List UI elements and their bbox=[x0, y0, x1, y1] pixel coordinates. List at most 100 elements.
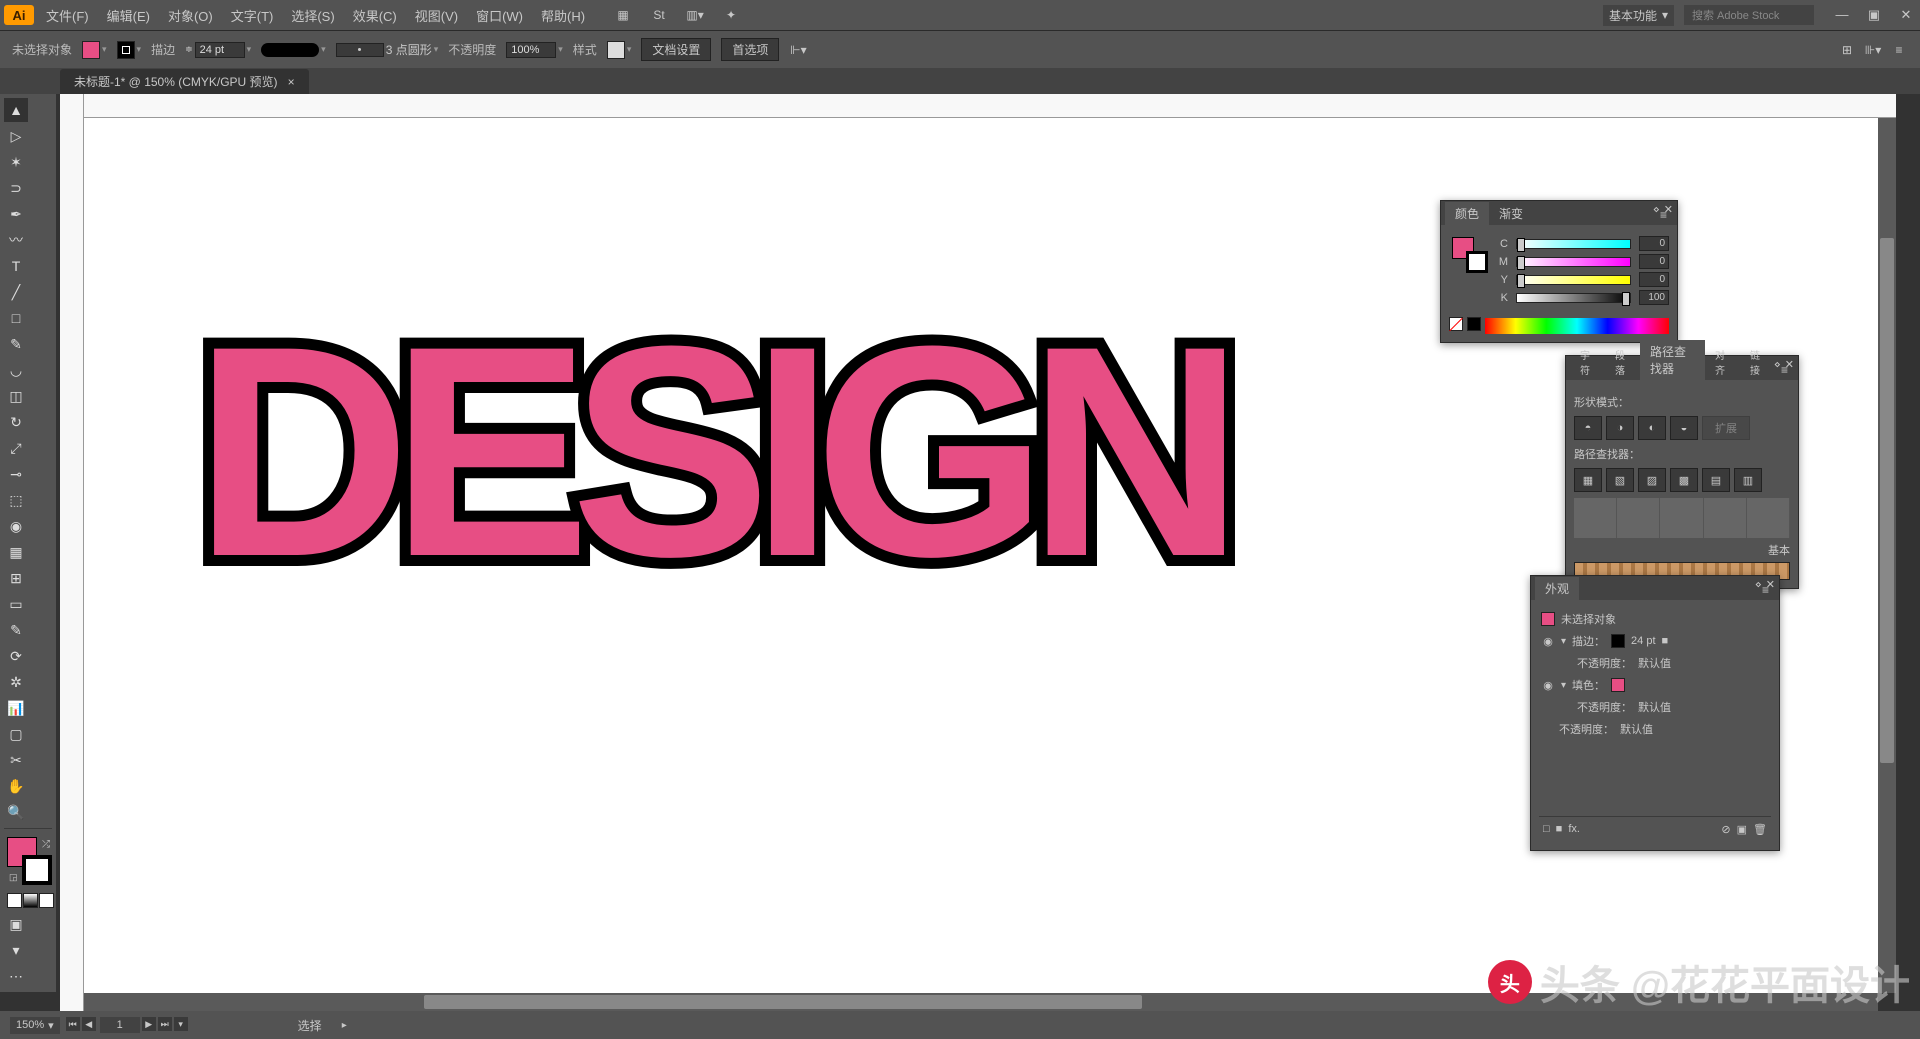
appearance-stroke-row[interactable]: ◉ ▾ 描边： 24 pt ■ bbox=[1539, 630, 1771, 652]
minus-front-button[interactable]: ◑ bbox=[1606, 416, 1634, 440]
menu-file[interactable]: 文件(F) bbox=[42, 4, 93, 27]
align-icon[interactable]: ⊩▾ bbox=[789, 41, 807, 59]
preferences-button[interactable]: 首选项 bbox=[721, 38, 779, 61]
outline-button[interactable]: ▤ bbox=[1702, 468, 1730, 492]
brush-preview-strip[interactable] bbox=[1574, 498, 1790, 538]
artboard-tool[interactable]: ▢ bbox=[4, 722, 28, 746]
vertical-scrollbar[interactable] bbox=[1878, 118, 1896, 993]
intersect-button[interactable]: ◐ bbox=[1638, 416, 1666, 440]
none-swatch-icon[interactable] bbox=[1449, 317, 1463, 331]
search-input[interactable]: 搜索 Adobe Stock bbox=[1684, 5, 1814, 25]
add-effect-icon[interactable]: fx. bbox=[1568, 823, 1580, 836]
panel-collapse-icon[interactable]: ⋄ bbox=[1774, 358, 1781, 371]
gradient-tool[interactable]: ▭ bbox=[4, 592, 28, 616]
zoom-level[interactable]: 150% ▾ bbox=[10, 1017, 60, 1034]
stroke-swatch-icon[interactable] bbox=[1611, 634, 1625, 648]
first-artboard-button[interactable]: ⏮ bbox=[66, 1017, 80, 1031]
mesh-tool[interactable]: ⊞ bbox=[4, 566, 28, 590]
shape-builder-tool[interactable]: ◉ bbox=[4, 514, 28, 538]
selection-tool[interactable]: ▲ bbox=[4, 98, 28, 122]
add-fill-icon[interactable]: ■ bbox=[1556, 823, 1563, 836]
menu-edit[interactable]: 编辑(E) bbox=[103, 4, 154, 27]
direct-selection-tool[interactable]: ▷ bbox=[4, 124, 28, 148]
blend-tool[interactable]: ⟳ bbox=[4, 644, 28, 668]
transform-icon[interactable]: ⊞ bbox=[1838, 41, 1856, 59]
last-artboard-button[interactable]: ⏭ bbox=[158, 1017, 172, 1031]
maximize-button[interactable]: ▣ bbox=[1864, 7, 1884, 23]
stroke-box[interactable] bbox=[22, 855, 52, 885]
stroke-weight-stepper[interactable]: ≑ 24 pt ▾ bbox=[185, 42, 251, 58]
stroke-style-dropdown[interactable]: ▾ bbox=[261, 43, 326, 57]
magenta-slider[interactable] bbox=[1516, 257, 1631, 267]
panel-collapse-icon[interactable]: ⋄ bbox=[1755, 578, 1762, 591]
chevron-down-icon[interactable]: ▾ bbox=[1561, 636, 1566, 647]
rectangle-tool[interactable]: □ bbox=[4, 306, 28, 330]
screen-mode-normal[interactable]: ▣ bbox=[4, 912, 28, 936]
unite-button[interactable]: ◓ bbox=[1574, 416, 1602, 440]
yellow-value[interactable]: 0 bbox=[1639, 272, 1669, 287]
panel-fill-stroke[interactable] bbox=[1452, 237, 1488, 273]
crop-button[interactable]: ▩ bbox=[1670, 468, 1698, 492]
tab-appearance[interactable]: 外观 bbox=[1535, 577, 1579, 600]
perspective-tool[interactable]: ▦ bbox=[4, 540, 28, 564]
tab-links[interactable]: 链接 bbox=[1740, 344, 1775, 380]
bw-swatch-icon[interactable] bbox=[1467, 317, 1481, 331]
column-graph-tool[interactable]: 📊 bbox=[4, 696, 28, 720]
document-tab[interactable]: 未标题-1* @ 150% (CMYK/GPU 预览) × bbox=[60, 69, 309, 94]
visibility-icon[interactable]: ◉ bbox=[1541, 678, 1555, 692]
style-dropdown[interactable]: ▾ bbox=[607, 41, 632, 59]
close-button[interactable]: ✕ bbox=[1896, 7, 1916, 23]
menu-type[interactable]: 文字(T) bbox=[227, 4, 278, 27]
tab-gradient[interactable]: 渐变 bbox=[1489, 202, 1533, 225]
panel-menu-icon[interactable]: ≡ bbox=[1890, 41, 1908, 59]
width-tool[interactable]: ⊸ bbox=[4, 462, 28, 486]
stroke-label[interactable]: 描边 bbox=[151, 41, 175, 58]
eraser-tool[interactable]: ◫ bbox=[4, 384, 28, 408]
color-mode-solid[interactable] bbox=[7, 893, 22, 908]
tab-paragraph[interactable]: 段落 bbox=[1605, 344, 1640, 380]
workspace-selector[interactable]: 基本功能 ▾ bbox=[1603, 5, 1674, 26]
duplicate-icon[interactable]: ▣ bbox=[1737, 823, 1747, 836]
chevron-down-icon[interactable]: ▾ bbox=[1561, 680, 1566, 691]
paintbrush-tool[interactable]: ✎ bbox=[4, 332, 28, 356]
fill-stroke-control[interactable]: ⤮ ◲ bbox=[7, 837, 52, 885]
appearance-fill-opacity-row[interactable]: 不透明度： 默认值 bbox=[1539, 696, 1771, 718]
symbol-sprayer-tool[interactable]: ✲ bbox=[4, 670, 28, 694]
panel-close-icon[interactable]: ✕ bbox=[1785, 358, 1794, 371]
clear-icon[interactable]: ⊘ bbox=[1721, 823, 1730, 836]
menu-effect[interactable]: 效果(C) bbox=[349, 4, 401, 27]
lasso-tool[interactable]: ⊃ bbox=[4, 176, 28, 200]
swap-fill-stroke-icon[interactable]: ⤮ bbox=[42, 839, 50, 850]
document-setup-button[interactable]: 文档设置 bbox=[641, 38, 711, 61]
hand-tool[interactable]: ✋ bbox=[4, 774, 28, 798]
spectrum-picker[interactable] bbox=[1485, 318, 1669, 334]
color-mode-gradient[interactable] bbox=[23, 893, 38, 908]
exclude-button[interactable]: ◒ bbox=[1670, 416, 1698, 440]
stroke-value[interactable]: 24 pt bbox=[1631, 635, 1655, 647]
panel-collapse-icon[interactable]: ⋄ bbox=[1653, 203, 1660, 216]
stock-icon[interactable]: St bbox=[650, 6, 668, 24]
menu-help[interactable]: 帮助(H) bbox=[537, 4, 589, 27]
tab-color[interactable]: 颜色 bbox=[1445, 202, 1489, 225]
divide-button[interactable]: ▦ bbox=[1574, 468, 1602, 492]
panel-close-icon[interactable]: ✕ bbox=[1664, 203, 1673, 216]
tab-align[interactable]: 对齐 bbox=[1705, 344, 1740, 380]
fill-swatch[interactable]: ▾ bbox=[82, 41, 107, 59]
panel-close-icon[interactable]: ✕ bbox=[1766, 578, 1775, 591]
fill-swatch-icon[interactable] bbox=[1611, 678, 1625, 692]
tab-character[interactable]: 字符 bbox=[1570, 344, 1605, 380]
appearance-opacity-row[interactable]: 不透明度： 默认值 bbox=[1539, 718, 1771, 740]
appearance-fill-row[interactable]: ◉ ▾ 填色： bbox=[1539, 674, 1771, 696]
gpu-icon[interactable]: ✦ bbox=[722, 6, 740, 24]
appearance-stroke-opacity-row[interactable]: 不透明度： 默认值 bbox=[1539, 652, 1771, 674]
scrollbar-thumb[interactable] bbox=[1880, 238, 1894, 763]
delete-icon[interactable]: 🗑 bbox=[1753, 823, 1767, 836]
pen-tool[interactable]: ✒ bbox=[4, 202, 28, 226]
next-artboard-button[interactable]: ▶ bbox=[142, 1017, 156, 1031]
opacity-input[interactable]: 100% ▾ bbox=[506, 42, 563, 58]
menu-object[interactable]: 对象(O) bbox=[164, 4, 217, 27]
options-icon[interactable]: ⊪▾ bbox=[1864, 41, 1882, 59]
merge-button[interactable]: ▨ bbox=[1638, 468, 1666, 492]
magic-wand-tool[interactable]: ✶ bbox=[4, 150, 28, 174]
menu-window[interactable]: 窗口(W) bbox=[472, 4, 527, 27]
